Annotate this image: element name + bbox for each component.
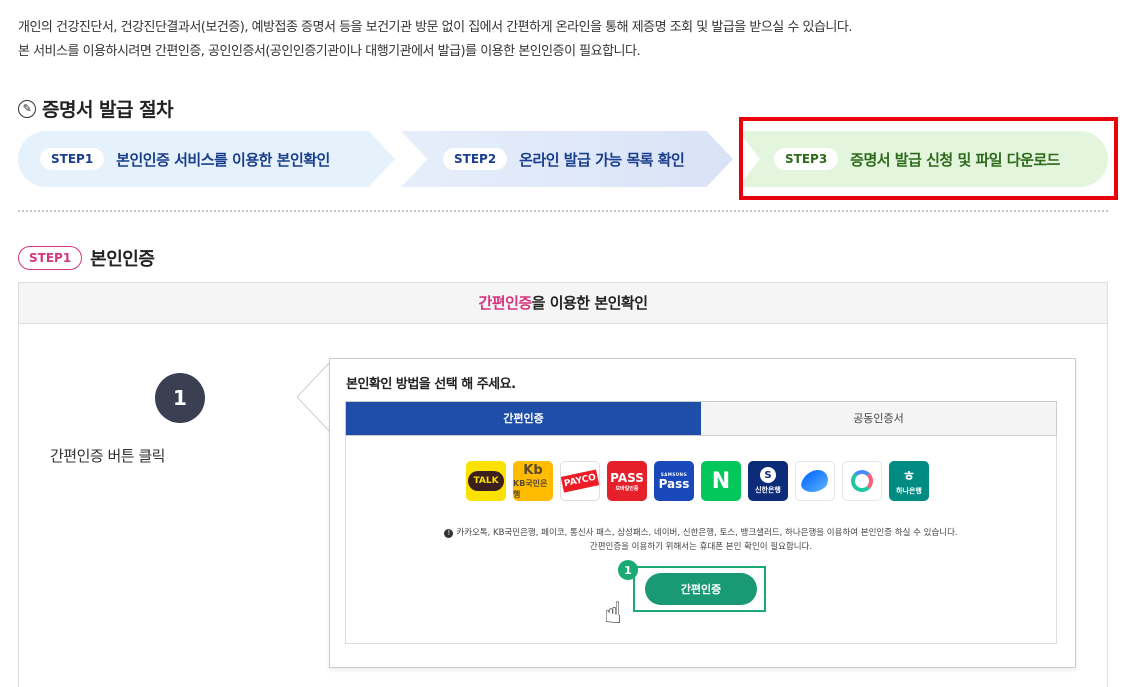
step-2-badge: STEP2 xyxy=(443,148,508,170)
step-2-label: 온라인 발급 가능 목록 확인 xyxy=(519,150,685,169)
payco-label: PAYCO xyxy=(561,469,599,493)
kb-bank-icon[interactable]: Kb KB국민은행 xyxy=(513,461,553,501)
step-2: STEP2 온라인 발급 가능 목록 확인 xyxy=(401,131,733,187)
instruction-label: 간편인증 버튼 클릭 xyxy=(50,447,165,465)
dialog-title: 본인확인 방법을 선택 해 주세요. xyxy=(346,377,516,392)
simple-auth-button[interactable]: 간편인증 xyxy=(645,573,757,605)
tab-joint-certificate[interactable]: 공동인증서 xyxy=(701,402,1056,435)
shinhan-label: 신한은행 xyxy=(755,486,781,494)
hana-label: 하나은행 xyxy=(896,487,922,495)
step-number-circle: 1 xyxy=(155,373,205,423)
hana-logo: ㅎ xyxy=(902,469,916,485)
step-1-badge: STEP1 xyxy=(40,148,105,170)
banksalad-icon[interactable] xyxy=(842,461,882,501)
pass-icon[interactable]: PASS 모바일인증 xyxy=(607,461,647,501)
info-icon: ! xyxy=(444,529,454,538)
samsung-pass-icon[interactable]: SAMSUNG Pass xyxy=(654,461,694,501)
naver-icon[interactable]: N xyxy=(701,461,741,501)
auth-panel: 간편인증을 이용한 본인확인 1 간편인증 버튼 클릭 본인확인 방법을 선택 … xyxy=(18,282,1108,687)
hana-bank-icon[interactable]: ㅎ 하나은행 xyxy=(889,461,929,501)
dialog-pointer xyxy=(296,361,332,433)
kakao-icon[interactable]: TALK xyxy=(466,461,506,501)
section-step-badge: STEP1 xyxy=(18,246,83,270)
intro-line-1: 개인의 건강진단서, 건강진단결과서(보건증), 예방접종 증명서 등을 보건기… xyxy=(18,20,852,35)
tab-simple-auth[interactable]: 간편인증 xyxy=(346,402,701,435)
auth-method-dialog: 본인확인 방법을 선택 해 주세요. 간편인증 공동인증서 TALK Kb KB국… xyxy=(329,358,1076,668)
auth-app-icons: TALK Kb KB국민은행 PAYCO PASS 모바일인증 SAMSUNG Pas… xyxy=(466,461,929,501)
procedure-title: ✎ 증명서 발급 절차 xyxy=(18,95,174,122)
toss-icon[interactable] xyxy=(795,461,835,501)
kakao-label: TALK xyxy=(468,471,504,491)
section-title: 본인인증 xyxy=(90,249,155,270)
naver-label: N xyxy=(711,468,731,494)
callout-number-badge: 1 xyxy=(618,560,638,580)
payco-icon[interactable]: PAYCO xyxy=(560,461,600,501)
toss-logo xyxy=(799,470,831,492)
dotted-divider xyxy=(18,210,1108,212)
panel-header: 간편인증을 이용한 본인확인 xyxy=(19,283,1107,324)
kb-logo: Kb xyxy=(523,462,543,478)
intro-text: 개인의 건강진단서, 건강진단결과서(보건증), 예방접종 증명서 등을 보건기… xyxy=(18,16,852,64)
panel-header-text: 을 이용한 본인확인 xyxy=(531,294,648,312)
notice-line-2: 간편인증을 이용하기 위해서는 휴대폰 본인 확인이 필요합니다. xyxy=(589,542,813,552)
auth-tabs: 간편인증 공동인증서 xyxy=(345,401,1057,436)
pass-sublabel: 모바일인증 xyxy=(615,485,639,492)
kb-label: KB국민은행 xyxy=(513,478,548,499)
shinhan-bank-icon[interactable]: S 신한은행 xyxy=(748,461,788,501)
auth-notice: ! 카카오톡, KB국민은행, 페이코, 통신사 패스, 삼성패스, 네이버, 신… xyxy=(346,526,1056,554)
notice-line-1: 카카오톡, KB국민은행, 페이코, 통신사 패스, 삼성패스, 네이버, 신한… xyxy=(456,528,958,538)
intro-line-2: 본 서비스를 이용하시려면 간편인증, 공인인증서(공인인증기관이나 대행기관에… xyxy=(18,44,641,59)
step-1: STEP1 본인인증 서비스를 이용한 본인확인 xyxy=(18,131,395,187)
pass-label: PASS xyxy=(610,470,644,485)
step-3-highlight-box xyxy=(739,117,1118,200)
tab-body: TALK Kb KB국민은행 PAYCO PASS 모바일인증 SAMSUNG Pas… xyxy=(345,436,1057,644)
shinhan-logo: S xyxy=(760,467,776,483)
section-heading: STEP1 본인인증 xyxy=(18,245,155,271)
samsung-pass-label: Pass xyxy=(658,476,690,491)
pen-icon: ✎ xyxy=(18,99,36,118)
panel-header-highlight: 간편인증 xyxy=(478,294,532,312)
banksalad-logo xyxy=(851,470,873,492)
procedure-title-text: 증명서 발급 절차 xyxy=(42,99,174,121)
step-1-label: 본인인증 서비스를 이용한 본인확인 xyxy=(116,150,330,169)
pointing-hand-icon: ☝ xyxy=(604,596,623,631)
